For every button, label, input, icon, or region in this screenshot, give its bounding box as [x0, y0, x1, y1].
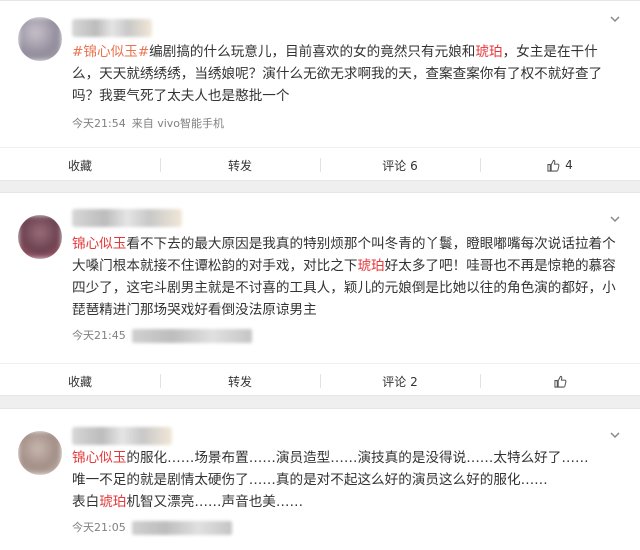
post-meta: 今天21:54 来自 vivo智能手机	[72, 117, 224, 131]
favorite-button[interactable]: 收藏	[0, 364, 160, 398]
hashtag-link[interactable]: #锦心似玉#	[72, 44, 149, 60]
thumbs-up-icon	[553, 375, 566, 388]
post-content: #锦心似玉#编剧搞的什么玩意儿，目前喜欢的女的竟然只有元娘和琥珀，女主是在干什么…	[72, 41, 622, 107]
post-text: 唯一不足的就是剧情太硬伤了……真的是对不起这么好的演员这么好的服化……	[72, 472, 548, 488]
comment-label: 评论 6	[382, 158, 418, 173]
keyword-link[interactable]: 琥珀	[99, 494, 126, 510]
repost-label: 转发	[227, 158, 252, 173]
keyword-link[interactable]: 锦心似玉	[72, 450, 126, 466]
post-text: 表白	[72, 494, 100, 510]
post-content: 锦心似玉的服化……场景布置……演员造型……演技真的是没得说……太特么好了…… 唯…	[72, 447, 622, 513]
comment-label: 评论 2	[382, 374, 418, 389]
post-content: 锦心似玉看不下去的最大原因是我真的特别烦那个叫冬青的丫鬟，瞪眼嘟嘴每次说话拉着个…	[72, 233, 622, 321]
comment-button[interactable]: 评论 2	[320, 364, 480, 398]
like-button[interactable]	[480, 364, 640, 398]
action-bar: 收藏 转发 评论 2	[0, 363, 640, 398]
post-meta: 今天21:45	[72, 329, 252, 343]
avatar[interactable]	[18, 215, 62, 259]
post-time[interactable]: 今天21:05	[72, 521, 126, 535]
post-card: 锦心似玉看不下去的最大原因是我真的特别烦那个叫冬青的丫鬟，瞪眼嘟嘴每次说话拉着个…	[0, 192, 640, 396]
thumbs-up-icon	[547, 159, 560, 172]
chevron-down-icon[interactable]	[608, 213, 622, 227]
post-card: #锦心似玉#编剧搞的什么玩意儿，目前喜欢的女的竟然只有元娘和琥珀，女主是在干什么…	[0, 0, 640, 181]
favorite-label: 收藏	[67, 374, 92, 389]
post-source: 来自 vivo智能手机	[131, 117, 225, 130]
repost-button[interactable]: 转发	[160, 148, 320, 182]
avatar[interactable]	[18, 17, 62, 61]
post-text: 的服化……场景布置……演员造型……演技真的是没得说……太特么好了……	[126, 450, 589, 466]
post-text: 编剧搞的什么玩意儿，目前喜欢的女的竟然只有元娘和	[149, 44, 476, 60]
action-bar: 收藏 转发 评论 6 4	[0, 147, 640, 182]
post-time[interactable]: 今天21:54	[72, 117, 126, 131]
keyword-link[interactable]: 锦心似玉	[72, 236, 126, 252]
weibo-feed: #锦心似玉#编剧搞的什么玩意儿，目前喜欢的女的竟然只有元娘和琥珀，女主是在干什么…	[0, 0, 640, 550]
chevron-down-icon[interactable]	[608, 13, 622, 27]
keyword-link[interactable]: 琥珀	[357, 258, 384, 274]
repost-button[interactable]: 转发	[160, 364, 320, 398]
source-blurred	[131, 521, 232, 535]
post-meta: 今天21:05	[72, 521, 232, 535]
post-text: 机智又漂亮……声音也美……	[126, 494, 304, 510]
repost-label: 转发	[227, 374, 252, 389]
post-card: 锦心似玉的服化……场景布置……演员造型……演技真的是没得说……太特么好了…… 唯…	[0, 408, 640, 550]
favorite-label: 收藏	[67, 158, 92, 173]
like-button[interactable]: 4	[480, 148, 640, 182]
favorite-button[interactable]: 收藏	[0, 148, 160, 182]
post-time[interactable]: 今天21:45	[72, 329, 126, 343]
username-blurred[interactable]	[72, 209, 182, 227]
like-count: 4	[565, 158, 573, 172]
username-blurred[interactable]	[72, 427, 172, 445]
username-blurred[interactable]	[72, 19, 152, 37]
comment-button[interactable]: 评论 6	[320, 148, 480, 182]
keyword-link[interactable]: 琥珀	[475, 44, 502, 60]
source-blurred	[131, 329, 252, 343]
avatar[interactable]	[18, 431, 62, 475]
chevron-down-icon[interactable]	[608, 429, 622, 443]
